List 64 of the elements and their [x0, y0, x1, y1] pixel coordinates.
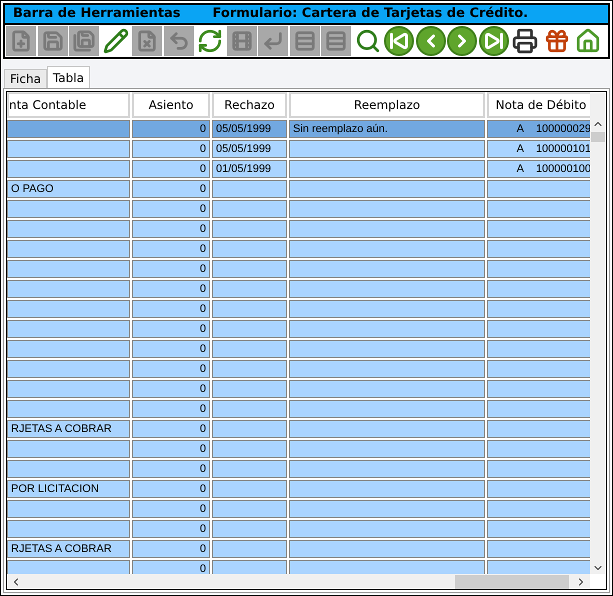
column-header[interactable]: Asiento — [132, 92, 210, 118]
search-icon — [354, 28, 380, 54]
rows-icon — [294, 30, 316, 52]
table-cell: Sin reemplazo aún. — [289, 120, 485, 138]
scroll-thumb[interactable] — [591, 132, 605, 142]
table-cell: 0 — [132, 480, 210, 498]
home-icon — [575, 28, 601, 54]
table-cell: 01/05/1999 — [212, 160, 287, 178]
tab[interactable]: Ficha — [4, 69, 47, 88]
table-cell: RJETAS A COBRAR — [7, 540, 130, 558]
tab[interactable]: Tabla — [46, 66, 90, 88]
table-cell: POR LICITACION — [7, 480, 130, 498]
printer-icon — [512, 28, 538, 54]
table-cell: O PAGO — [7, 180, 130, 198]
table-cell: 0 — [132, 140, 210, 158]
skip-back-icon — [389, 31, 409, 51]
table-cell: 0 — [132, 220, 210, 238]
gift-icon — [544, 28, 570, 54]
return-arrow-icon — [262, 30, 284, 52]
table-cell: 0 — [132, 380, 210, 398]
table-cell: 0 — [132, 180, 210, 198]
table-cell: 0 — [132, 540, 210, 558]
pencil-icon — [102, 28, 128, 54]
skip-forward-icon — [484, 31, 504, 51]
table-cell: 0 — [132, 520, 210, 538]
table-cell: 0 — [132, 360, 210, 378]
table-cell: 05/05/1999 — [212, 140, 287, 158]
toolbar-button[interactable] — [510, 26, 540, 56]
file-plus-icon — [10, 30, 32, 52]
vertical-scrollbar[interactable] — [590, 92, 606, 574]
table-cell: 0 — [132, 320, 210, 338]
table-cell: 0 — [132, 200, 210, 218]
undo-icon — [168, 30, 190, 52]
refresh-icon — [197, 28, 223, 54]
floppy-disks-icon — [73, 30, 95, 52]
table-cell: 0 — [132, 400, 210, 418]
table-cell: 0 — [132, 120, 210, 138]
window-title: Barra de Herramientas — [13, 5, 181, 24]
table-cell: 05/05/1999 — [212, 120, 287, 138]
table-cell: 0 — [132, 240, 210, 258]
column-header[interactable]: Nota de Débito — [487, 92, 590, 118]
rows-icon — [325, 30, 347, 52]
table-cell: 0 — [132, 440, 210, 458]
film-icon — [230, 30, 252, 52]
table-cell: 0 — [132, 280, 210, 298]
table-cell: RJETAS A COBRAR — [7, 420, 130, 438]
form-title: Formulario: Cartera de Tarjetas de Crédito. — [212, 5, 528, 24]
table-cell: 0 — [132, 160, 210, 178]
table-cell: 0 — [132, 420, 210, 438]
table-cell: 0 — [132, 500, 210, 518]
note-series: A — [516, 162, 524, 177]
column-header[interactable]: Reemplazo — [289, 92, 485, 118]
note-series: A — [516, 122, 524, 137]
table-cell: 0 — [132, 560, 210, 574]
column-header[interactable]: Rechazo — [212, 92, 287, 118]
file-x-icon — [136, 30, 158, 52]
horizontal-scrollbar[interactable] — [7, 574, 590, 589]
table-cell: 0 — [132, 300, 210, 318]
table-cell: 0 — [132, 340, 210, 358]
column-header[interactable]: nta Contable — [7, 92, 130, 118]
table-cell: 0 — [132, 460, 210, 478]
scroll-thumb[interactable] — [455, 574, 569, 588]
table-cell: 0 — [132, 260, 210, 278]
note-series: A — [516, 142, 524, 157]
